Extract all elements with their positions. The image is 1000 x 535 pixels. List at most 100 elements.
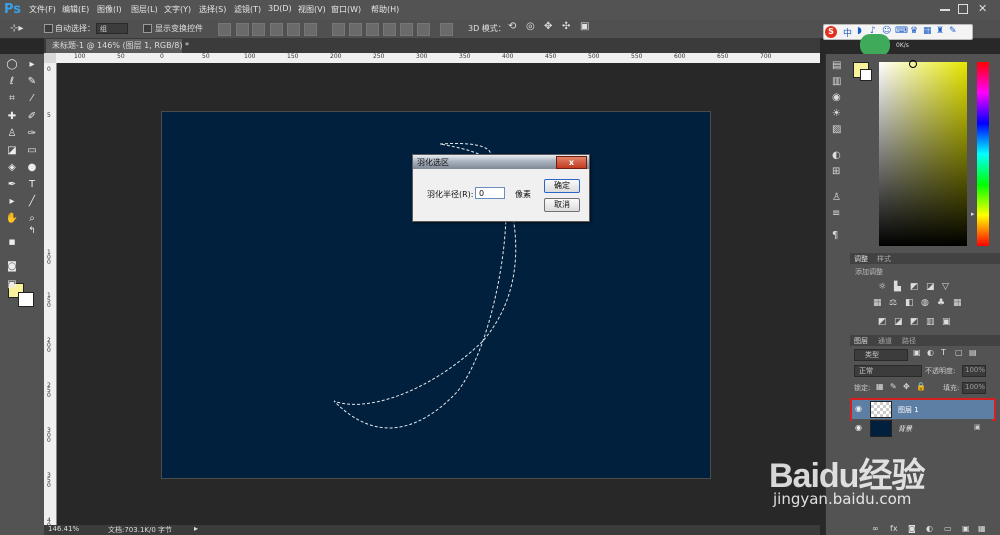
distribute-hcenter-icon[interactable] [400,23,413,36]
crop-tool-icon[interactable]: ⌗ [5,92,19,106]
layer-visibility-eye-icon[interactable]: ◉ [855,423,862,432]
gradient-map-icon[interactable]: ▥ [926,317,935,327]
align-left-icon[interactable] [270,23,283,36]
dialog-titlebar[interactable]: 羽化选区 x [413,155,589,169]
lock-transparent-icon[interactable]: ▦ [876,382,884,391]
maximize-icon[interactable] [958,4,968,14]
move-tool-icon[interactable]: ▸ [25,58,39,72]
lock-position-icon[interactable]: ✥ [903,382,910,391]
threshold-icon[interactable]: ◩ [910,317,919,327]
scale-3d-icon[interactable]: ▣ [580,21,589,32]
show-transform-checkbox[interactable] [143,24,152,33]
eyedropper-tool-icon[interactable]: ⁄ [25,92,39,106]
layer-visibility-eye-icon[interactable]: ◉ [855,404,862,413]
settings-wrench-icon[interactable]: ✎ [949,26,957,36]
delete-layer-icon[interactable]: ▦ [978,524,986,533]
filter-type-icon[interactable]: T [941,348,946,357]
zoom-level[interactable]: 146.41% [48,525,79,533]
black-white-icon[interactable]: ◧ [905,298,914,308]
document-tab[interactable]: 未标题-1 @ 146% (图层 1, RGB/8) * [46,39,189,53]
blend-mode-select[interactable]: 正常 [854,365,922,377]
slide-3d-icon[interactable]: ✣ [562,21,570,32]
color-panel-bg-swatch[interactable] [860,69,872,81]
blur-tool-icon[interactable]: ◈ [5,161,19,175]
dodge-tool-icon[interactable]: ● [25,161,39,175]
invert-icon[interactable]: ◩ [878,317,887,327]
status-menu-arrow-icon[interactable]: ▸ [194,524,198,533]
add-mask-icon[interactable]: ◙ [908,524,916,533]
menu-view[interactable]: 视图(V) [298,4,326,15]
quick-select-tool-icon[interactable]: ✎ [25,75,39,89]
curves-icon[interactable]: ◩ [910,282,919,292]
auto-align-icon[interactable] [440,23,453,36]
hue-slider-handle-icon[interactable]: ▸ [971,210,975,218]
brush-presets-panel-icon[interactable]: ◐ [832,150,841,161]
filter-pixel-icon[interactable]: ▣ [913,348,921,357]
filter-shape-icon[interactable]: ▢ [955,348,963,357]
brightness-icon[interactable]: ☼ [878,282,886,292]
new-layer-icon[interactable]: ▣ [962,524,970,533]
menu-file[interactable]: 文件(F) [29,4,56,15]
menu-filter[interactable]: 滤镜(T) [234,4,261,15]
layer-name[interactable]: 背景 [898,424,912,434]
distribute-left-icon[interactable] [383,23,396,36]
history-brush-tool-icon[interactable]: ✑ [25,127,39,141]
lasso-tool-icon[interactable]: ℓ [5,75,19,89]
distribute-right-icon[interactable] [417,23,430,36]
background-color-swatch[interactable] [18,292,34,307]
tab-layers[interactable]: 图层 [854,336,868,346]
hue-slider[interactable] [977,62,989,246]
screen-mode-icon[interactable]: ▣ [5,278,19,292]
tool-presets-panel-icon[interactable]: ⊞ [832,166,840,177]
marquee-tool-icon[interactable]: ◯ [5,58,19,72]
new-group-icon[interactable]: ▭ [944,524,952,533]
properties-panel-icon[interactable]: ▥ [832,76,841,87]
menu-edit[interactable]: 编辑(E) [62,4,89,15]
eraser-tool-icon[interactable]: ◪ [5,144,19,158]
posterize-icon[interactable]: ◪ [894,317,903,327]
layer-style-icon[interactable]: fx [890,524,898,533]
color-balance-icon[interactable]: ⚖ [889,298,897,308]
lock-pixels-icon[interactable]: ✎ [890,382,897,391]
layer-filter-kind[interactable]: 类型 [854,349,908,361]
layer-row[interactable]: ◉ 背景 ▣ [852,419,992,437]
histogram-panel-icon[interactable]: ▨ [832,124,841,135]
new-adjustment-icon[interactable]: ◐ [926,524,933,533]
feather-radius-input[interactable]: 0 [475,187,505,199]
menu-window[interactable]: 窗口(W) [331,4,361,15]
minimize-icon[interactable] [940,9,950,11]
tab-adjustments[interactable]: 调整 [854,254,868,264]
hue-saturation-icon[interactable]: ▦ [873,298,882,308]
default-colors-icon[interactable]: ■ [5,235,19,249]
channel-mixer-icon[interactable]: ♣ [937,298,945,308]
toolbox-icon[interactable]: ▦ [923,26,932,36]
align-hcenter-icon[interactable] [287,23,300,36]
line-tool-icon[interactable]: ╱ [25,195,39,209]
pen-tool-icon[interactable]: ✒ [5,178,19,192]
ime-punctuation-icon[interactable]: ◗ [857,26,862,36]
cancel-button[interactable]: 取消 [544,198,580,212]
menu-type[interactable]: 文字(Y) [164,4,191,15]
opacity-input[interactable]: 100% [962,365,986,377]
distribute-vcenter-icon[interactable] [349,23,362,36]
keyboard-icon[interactable]: ⌨ [895,26,908,36]
fill-input[interactable]: 100% [962,382,986,394]
menu-layer[interactable]: 图层(L) [131,4,158,15]
drag-3d-icon[interactable]: ✥ [544,21,552,32]
type-tool-icon[interactable]: T [25,178,39,192]
skin-icon[interactable]: ♛ [910,26,918,36]
orbit-3d-icon[interactable]: ⟲ [508,21,516,32]
lock-all-icon[interactable]: 🔒 [916,382,926,391]
distribute-bottom-icon[interactable] [366,23,379,36]
swap-colors-icon[interactable]: ↰ [25,224,39,238]
tab-paths[interactable]: 路径 [902,336,916,346]
layer-row[interactable]: ◉ 图层 1 [850,398,996,421]
filter-smart-icon[interactable]: ▤ [969,348,977,357]
move-tool-preset-icon[interactable]: ⊹▸ [10,23,23,34]
auto-select-dropdown[interactable]: 组 [96,23,128,34]
ok-button[interactable]: 确定 [544,179,580,193]
color-picker-cursor[interactable] [909,60,917,68]
align-vcenter-icon[interactable] [236,23,249,36]
dialog-close-button[interactable]: x [556,156,587,169]
menu-help[interactable]: 帮助(H) [371,4,399,15]
